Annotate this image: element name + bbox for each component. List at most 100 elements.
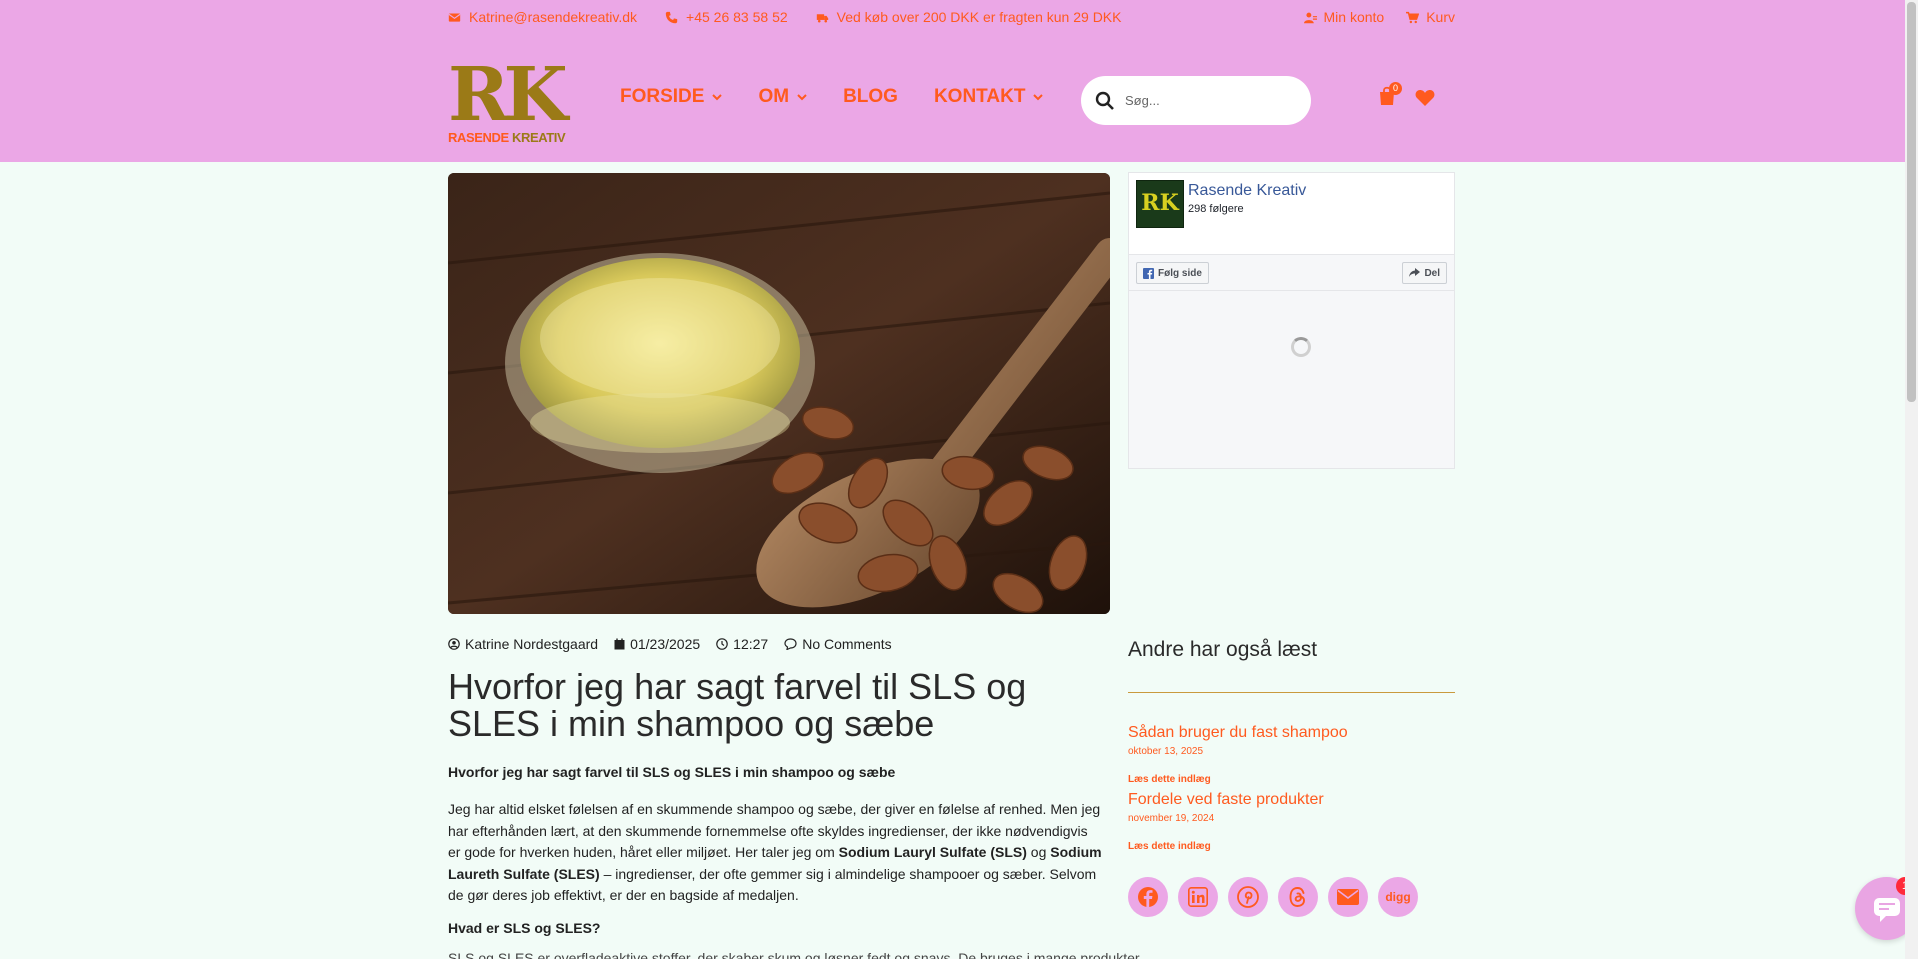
nav-item-om[interactable]: OM — [758, 86, 807, 108]
post-date[interactable]: 01/23/2025 — [614, 636, 700, 652]
email-link[interactable]: Katrine@rasendekreativ.dk — [448, 9, 637, 25]
fb-page-name[interactable]: Rasende Kreativ — [1188, 182, 1306, 200]
fb-follow-button[interactable]: Følg side — [1136, 262, 1209, 284]
chevron-down-icon — [797, 94, 807, 101]
related-post-date: november 19, 2024 — [1128, 813, 1215, 824]
share-facebook-button[interactable] — [1128, 877, 1168, 917]
share-email-button[interactable] — [1328, 877, 1368, 917]
search-box — [1081, 76, 1311, 125]
nav-label: OM — [758, 86, 790, 107]
facebook-icon — [1143, 267, 1154, 279]
phone-link[interactable]: +45 26 83 58 52 — [665, 9, 788, 25]
date-text: 01/23/2025 — [630, 636, 701, 652]
user-icon — [1303, 12, 1317, 23]
calendar-icon — [614, 638, 625, 650]
related-post-link[interactable]: Læs dette indlæg — [1128, 841, 1324, 852]
share-threads-button[interactable] — [1278, 877, 1318, 917]
nav-label: FORSIDE — [620, 86, 705, 107]
chevron-down-icon — [1033, 94, 1044, 101]
truck-icon — [816, 13, 828, 22]
email-icon — [1337, 889, 1359, 905]
cart-icon — [1406, 11, 1420, 23]
page-scrollbar[interactable] — [1905, 0, 1918, 959]
time-text: 12:27 — [733, 636, 769, 652]
facebook-page-widget: RK Rasende Kreativ 298 følgere Følg side… — [1128, 172, 1455, 469]
fb-follow-label: Følg side — [1158, 267, 1202, 279]
comments-text: No Comments — [802, 636, 892, 652]
cart-text: Kurv — [1426, 9, 1455, 25]
intro-text-2: og — [1026, 844, 1051, 860]
cart-count-badge: 0 — [1389, 82, 1402, 95]
search-icon[interactable] — [1095, 91, 1115, 111]
fb-action-bar: Følg side Del — [1129, 255, 1454, 291]
related-post-title[interactable]: Sådan bruger du fast shampoo — [1128, 724, 1348, 742]
sidebar-divider — [1128, 692, 1455, 693]
phone-text: +45 26 83 58 52 — [686, 9, 788, 25]
facebook-icon — [1138, 887, 1158, 908]
main-nav: FORSIDE OM BLOG KONTAKT — [620, 86, 1044, 108]
almond-oil-photo — [448, 173, 1110, 614]
email-text: Katrine@rasendekreativ.dk — [469, 9, 638, 25]
nav-item-forside[interactable]: FORSIDE — [620, 86, 723, 108]
phone-icon — [665, 11, 678, 23]
logo-mark: RK — [448, 52, 568, 138]
fb-share-label: Del — [1424, 267, 1440, 279]
logo-word-2: KREATIV — [511, 130, 566, 145]
nav-item-blog[interactable]: BLOG — [843, 86, 898, 108]
heart-icon[interactable] — [1415, 89, 1435, 107]
chevron-down-icon — [712, 94, 723, 101]
nav-item-kontakt[interactable]: KONTAKT — [933, 86, 1044, 108]
share-arrow-icon — [1409, 268, 1421, 277]
comment-icon — [784, 638, 797, 650]
section-text: SLS og SLES er overfladeaktive stoffer, … — [448, 950, 1140, 959]
user-circle-icon — [448, 638, 460, 650]
related-post-link[interactable]: Læs dette indlæg — [1128, 774, 1348, 785]
related-post: Sådan bruger du fast shampoo oktober 13,… — [1128, 724, 1348, 785]
post-title: Hvorfor jeg har sagt farvel til SLS og S… — [448, 666, 1027, 744]
post-comments[interactable]: No Comments — [784, 636, 892, 652]
shipping-text: Ved køb over 200 DKK er fragten kun 29 D… — [836, 9, 1122, 25]
related-post-date: oktober 13, 2025 — [1128, 746, 1204, 757]
featured-image — [448, 173, 1110, 614]
sidebar-heading: Andre har også læst — [1128, 638, 1318, 661]
linkedin-icon — [1188, 887, 1208, 907]
digg-icon: digg — [1385, 890, 1411, 904]
nav-label: BLOG — [843, 86, 898, 107]
related-post-title[interactable]: Fordele ved faste produkter — [1128, 791, 1324, 809]
intro-bold-1: Sodium Lauryl Sulfate (SLS) — [838, 844, 1027, 860]
logo-wordmark: RASENDE KREATIV — [448, 130, 566, 145]
share-pinterest-button[interactable] — [1228, 877, 1268, 917]
related-post: Fordele ved faste produkter november 19,… — [1128, 791, 1324, 852]
logo-word-1: RASENDE — [448, 130, 509, 145]
fb-followers: 298 følgere — [1188, 203, 1244, 215]
account-text: Min konto — [1323, 9, 1385, 25]
threads-icon — [1289, 887, 1305, 907]
cart-link[interactable]: Kurv — [1406, 9, 1455, 25]
post-author[interactable]: Katrine Nordestgaard — [448, 636, 598, 652]
share-digg-button[interactable]: digg — [1378, 877, 1418, 917]
site-logo[interactable]: RK RASENDE KREATIV — [448, 52, 568, 145]
share-buttons: digg — [1128, 877, 1418, 917]
search-input[interactable] — [1125, 93, 1275, 108]
fb-page-avatar[interactable]: RK — [1136, 180, 1184, 228]
author-name: Katrine Nordestgaard — [465, 636, 599, 652]
pinterest-icon — [1237, 886, 1259, 908]
post-time: 12:27 — [716, 636, 768, 652]
account-link[interactable]: Min konto — [1303, 9, 1385, 25]
site-header: Katrine@rasendekreativ.dk +45 26 83 58 5… — [0, 0, 1905, 162]
scrollbar-thumb[interactable] — [1907, 2, 1916, 402]
post-meta: Katrine Nordestgaard 01/23/2025 12:27 No… — [448, 636, 892, 652]
clock-icon — [716, 638, 728, 650]
post-intro: Jeg har altid elsket følelsen af en skum… — [448, 799, 1102, 907]
fb-header: RK Rasende Kreativ 298 følgere — [1129, 173, 1454, 255]
fb-share-button[interactable]: Del — [1402, 262, 1447, 284]
envelope-icon — [448, 12, 461, 22]
topbar-account: Min konto Kurv — [1303, 9, 1455, 25]
shipping-notice: Ved køb over 200 DKK er fragten kun 29 D… — [816, 9, 1122, 25]
chat-bubble-icon — [1873, 897, 1900, 922]
section-heading: Hvad er SLS og SLES? — [448, 920, 601, 936]
nav-label: KONTAKT — [933, 86, 1026, 107]
share-linkedin-button[interactable] — [1178, 877, 1218, 917]
loading-spinner-icon — [1291, 337, 1311, 357]
post-subheading: Hvorfor jeg har sagt farvel til SLS og S… — [448, 764, 896, 780]
